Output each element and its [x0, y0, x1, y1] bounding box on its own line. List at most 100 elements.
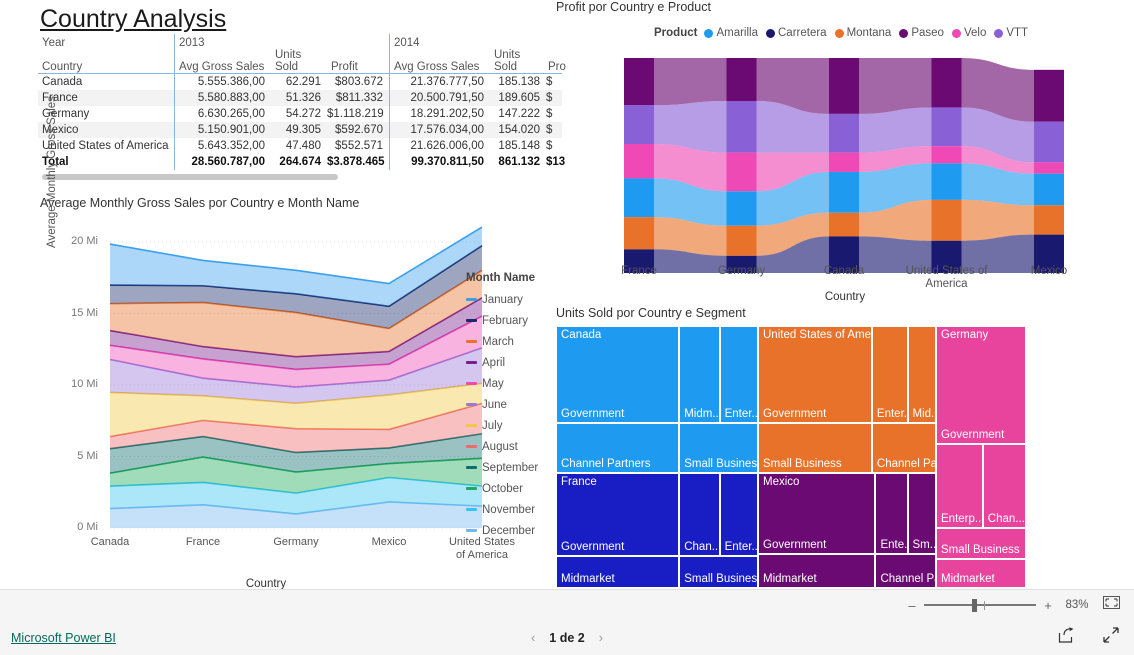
- line-legend-item-label: August: [482, 440, 518, 453]
- treemap-cell[interactable]: Chan...: [982, 443, 1026, 528]
- line-chart-title: Average Monthly Gross Sales por Country …: [40, 196, 360, 210]
- zoom-in-button[interactable]: +: [1041, 598, 1055, 613]
- treemap-cell[interactable]: Small Business: [936, 527, 1026, 560]
- treemap-cell[interactable]: Channel Partn...: [871, 423, 936, 473]
- matrix-header-year-row: Year 2013 2014: [38, 34, 562, 49]
- matrix-col-profit-2013[interactable]: Profit: [327, 49, 390, 74]
- treemap-cell[interactable]: Mid...: [907, 326, 936, 424]
- ribbon-legend-item-paseo[interactable]: Paseo: [899, 27, 944, 39]
- line-legend-item-december[interactable]: December: [466, 520, 562, 541]
- matrix-col-avg-gross-sales-2014[interactable]: Avg Gross Sales: [389, 49, 490, 74]
- ribbon-chart-legend[interactable]: Product Amarilla Carretera Montana Paseo Vel…: [654, 27, 1036, 39]
- share-icon[interactable]: [1058, 627, 1076, 648]
- ribbon-legend-item-label: Amarilla: [716, 27, 758, 39]
- treemap-cell[interactable]: Sm...: [907, 473, 936, 554]
- matrix-cell-units-2014: 185.148: [498, 140, 540, 152]
- treemap-cell[interactable]: Midmarket: [556, 555, 680, 588]
- matrix-cell-country: France: [38, 90, 175, 106]
- treemap-cell[interactable]: Enterp...: [936, 443, 983, 528]
- treemap-cell[interactable]: Midm...: [679, 326, 720, 424]
- matrix-col-units-sold-2013[interactable]: Units Sold: [271, 49, 327, 74]
- footer-actions[interactable]: [1058, 626, 1120, 649]
- treemap-cell[interactable]: Germany Government: [936, 326, 1026, 444]
- line-legend-item-june[interactable]: June: [466, 394, 562, 415]
- line-legend-title: Month Name: [466, 272, 535, 284]
- table-row[interactable]: Germany 6.630.265,00 54.272 $1.118.219 1…: [38, 106, 562, 122]
- treemap-cell[interactable]: Enter...: [871, 326, 908, 424]
- ribbon-legend-item-amarilla[interactable]: Amarilla: [704, 27, 758, 39]
- line-legend-item-march[interactable]: March: [466, 331, 562, 352]
- treemap-cell[interactable]: United States of America Government: [758, 326, 872, 424]
- legend-swatch-icon: [466, 424, 477, 427]
- zoom-toolbar[interactable]: – + 83%: [0, 589, 1134, 621]
- treemap-cell[interactable]: Small Business: [679, 423, 758, 473]
- line-legend-item-label: July: [482, 419, 503, 432]
- previous-page-icon[interactable]: ‹: [531, 630, 535, 645]
- profit-by-country-product-visual[interactable]: Profit por Country e Product France Germa…: [556, 0, 1134, 310]
- zoom-slider-thumb[interactable]: [972, 599, 977, 612]
- country-analysis-matrix-visual[interactable]: Country Analysis Year 2013 2014 Country: [38, 4, 566, 194]
- page-indicator: 1 de 2: [549, 630, 585, 645]
- ribbon-legend-item-vtt[interactable]: VTT: [994, 27, 1028, 39]
- table-row[interactable]: Canada 5.555.386,00 62.291 $803.672 21.3…: [38, 73, 562, 90]
- line-legend-item-february[interactable]: February: [466, 310, 562, 331]
- zoom-out-button[interactable]: –: [905, 598, 919, 613]
- treemap-segment-label: Chan...: [684, 540, 720, 553]
- fit-to-page-icon[interactable]: [1103, 596, 1120, 614]
- treemap-cell[interactable]: Canada Government: [556, 326, 680, 424]
- line-legend-item-july[interactable]: July: [466, 415, 562, 436]
- treemap-cell[interactable]: Small Business: [679, 555, 758, 588]
- matrix-cell-ags-2013: 5.580.883,00: [174, 90, 271, 106]
- zoom-slider[interactable]: [924, 598, 1036, 612]
- matrix-cell-ags-2014: 21.626.006,00: [389, 138, 490, 154]
- treemap-cell[interactable]: Ente...: [875, 473, 908, 554]
- legend-swatch-icon: [466, 361, 477, 364]
- next-page-icon[interactable]: ›: [599, 630, 603, 645]
- line-legend-item-may[interactable]: May: [466, 373, 562, 394]
- line-legend-item-october[interactable]: October: [466, 478, 562, 499]
- matrix-table[interactable]: Year 2013 2014 Country Avg Gross Sales U…: [38, 34, 566, 170]
- line-legend-item-april[interactable]: April: [466, 352, 562, 373]
- table-row[interactable]: United States of America 5.643.352,00 47…: [38, 138, 562, 154]
- legend-swatch-icon: [466, 529, 477, 532]
- treemap-cell[interactable]: Channel Partners: [556, 423, 680, 473]
- matrix-col-units-sold-2014[interactable]: Units Sold: [490, 49, 546, 74]
- ribbon-legend-item-montana[interactable]: Montana: [834, 27, 892, 39]
- treemap-cell[interactable]: France Government: [556, 473, 680, 556]
- treemap-cell[interactable]: Mexico Government: [758, 473, 876, 554]
- line-chart-legend[interactable]: Month Name January February March April May J…: [466, 272, 562, 541]
- treemap-cell[interactable]: Midmarket: [758, 553, 876, 588]
- treemap-cell[interactable]: Channel Pa...: [875, 553, 936, 588]
- treemap-cell[interactable]: Small Business: [758, 423, 872, 473]
- table-row[interactable]: Mexico 5.150.901,00 49.305 $592.670 17.5…: [38, 122, 562, 138]
- ribbon-legend-item-label: Montana: [846, 27, 892, 39]
- page-navigation[interactable]: ‹ 1 de 2 ›: [0, 630, 1134, 645]
- line-chart-x-tick: Canada: [90, 536, 130, 548]
- ribbon-chart-plot[interactable]: [624, 58, 1064, 273]
- ribbon-legend-item-carretera[interactable]: Carretera: [766, 27, 827, 39]
- treemap-segment-label: Small Business: [684, 572, 758, 585]
- treemap-cell[interactable]: Chan...: [679, 473, 720, 556]
- units-sold-by-country-segment-visual[interactable]: Units Sold por Country e Segment Canada G…: [556, 306, 1036, 589]
- table-row[interactable]: France 5.580.883,00 51.326 $811.332 20.5…: [38, 90, 562, 106]
- matrix-cell-units-2013: 62.291: [285, 76, 321, 88]
- legend-swatch-icon: [466, 508, 477, 511]
- ribbon-legend-item-velo[interactable]: Velo: [951, 27, 986, 39]
- fullscreen-icon[interactable]: [1102, 626, 1120, 649]
- treemap-cell[interactable]: Enter...: [719, 326, 758, 424]
- treemap-plot[interactable]: Canada Government Midm... Enter... Channel P…: [556, 326, 1026, 588]
- line-legend-item-november[interactable]: November: [466, 499, 562, 520]
- matrix-horizontal-scrollbar[interactable]: [42, 174, 338, 180]
- line-legend-item-label: April: [482, 356, 506, 369]
- ribbon-legend-item-label: Carretera: [778, 27, 827, 39]
- legend-dot-icon: [899, 28, 909, 38]
- report-footer: Microsoft Power BI ‹ 1 de 2 ›: [0, 620, 1134, 655]
- treemap-country-label: United States of America: [763, 329, 872, 341]
- line-legend-item-january[interactable]: January: [466, 289, 562, 310]
- treemap-cell[interactable]: Midmarket: [936, 559, 1026, 588]
- matrix-cell-ags-2014: 17.576.034,00: [389, 122, 490, 138]
- line-legend-item-august[interactable]: August: [466, 436, 562, 457]
- treemap-cell[interactable]: Enter...: [719, 473, 758, 556]
- matrix-col-avg-gross-sales-2013[interactable]: Avg Gross Sales: [174, 49, 271, 74]
- line-legend-item-september[interactable]: September: [466, 457, 562, 478]
